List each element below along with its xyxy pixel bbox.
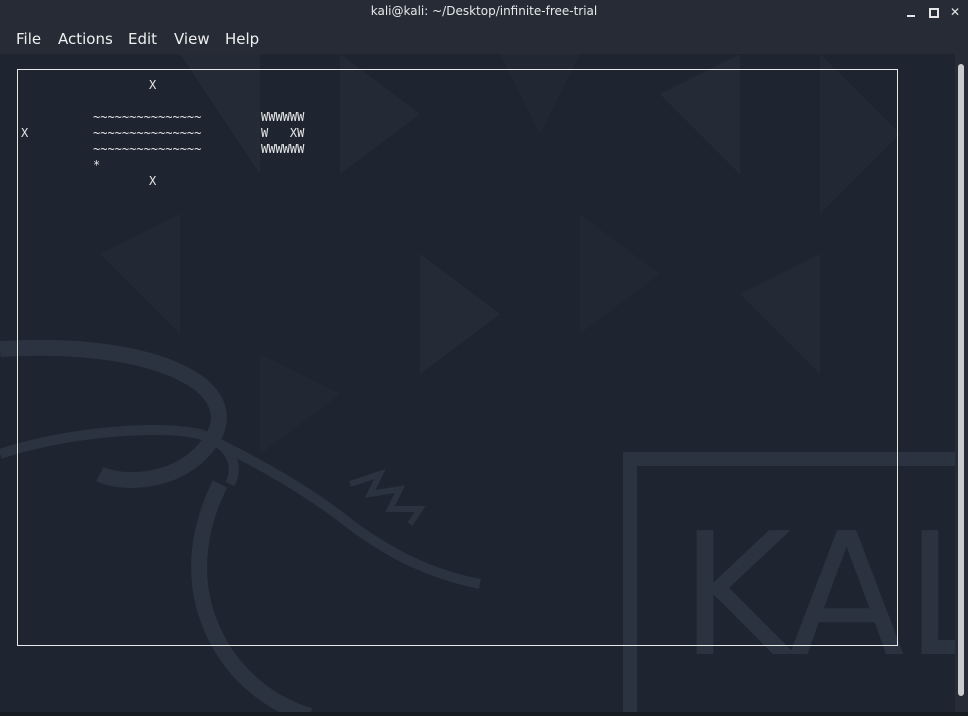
wall-row-3: WWWWWW [261,142,305,156]
enemy-x-bottom: X [149,174,157,188]
water-row-1: ~~~~~~~~~~~~~~~ [93,110,202,124]
menu-edit[interactable]: Edit [128,30,157,48]
enemy-x-top: X [149,78,157,92]
water-row-2: ~~~~~~~~~~~~~~~ [93,126,202,140]
vertical-scrollbar[interactable] [955,54,968,716]
title-bar[interactable]: kali@kali: ~/Desktop/infinite-free-trial… [0,0,968,24]
terminal-window: kali@kali: ~/Desktop/infinite-free-trial… [0,0,968,716]
menu-actions[interactable]: Actions [58,30,113,48]
bottom-edge [0,712,968,716]
minimize-icon[interactable] [903,4,919,20]
player-star: * [93,158,101,172]
water-row-3: ~~~~~~~~~~~~~~~ [93,142,202,156]
enemy-x-left: X [21,126,29,140]
wall-row-2: W XW [261,126,305,140]
menu-help[interactable]: Help [225,30,259,48]
maximize-icon[interactable] [925,4,941,20]
close-icon[interactable]: ✕ [947,4,963,20]
menu-bar: File Actions Edit View Help [0,24,968,54]
window-title: kali@kali: ~/Desktop/infinite-free-trial [370,4,598,18]
menu-view[interactable]: View [174,30,210,48]
wall-row-1: WWWWWW [261,110,305,124]
menu-file[interactable]: File [16,30,41,48]
scrollbar-thumb[interactable] [958,64,964,696]
terminal-output[interactable]: KAL X ~~~~~~~~~~~~~~~ WWWWWW X ~~~~~~~~~… [0,54,955,716]
